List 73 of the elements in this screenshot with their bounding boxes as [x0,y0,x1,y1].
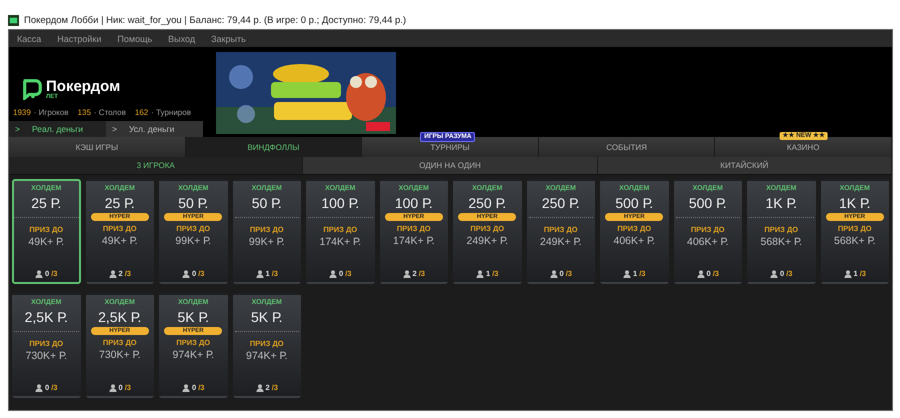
person-icon [256,384,264,392]
money-tab[interactable]: > Усл. деньги [106,121,203,137]
stake-amount: 100 Р. [394,195,433,211]
menu-item[interactable]: Настройки [57,34,102,44]
menu-item[interactable]: Закрыть [211,34,246,44]
stat-label: · Столов [94,108,126,117]
category-tab[interactable]: ВИНДФОЛЛЫ [186,137,362,157]
stake-amount: 2,5K Р. [24,309,68,325]
app-icon [8,15,19,26]
person-icon [108,384,117,392]
category-tab[interactable]: СОБЫТИЯ [538,137,716,157]
person-icon [256,270,264,278]
player-count-tab[interactable]: ОДИН НА ОДИН [303,157,598,174]
prize-amount: 406K+ Р. [613,235,655,247]
prize-amount: 730K+ Р. [25,350,67,362]
logo-name: Покердом [46,78,120,94]
stat-count: 162 [134,108,148,117]
stake-amount: 50 Р. [178,195,208,211]
prize-amount: 568K+ Р. [760,236,802,248]
person-icon [35,270,44,278]
menu-item[interactable]: Выход [168,34,196,44]
window-title: Покердом Лобби | Ник: wait_for_you | Баланс: 79,44 р. (В игре: 0 р.; Доступно: 79,44 р.) [24,15,406,26]
stake-amount: 5K Р. [250,309,283,325]
prize-amount: 974K+ Р. [246,350,288,362]
stake-amount: 1K Р. [838,195,871,211]
prize-amount: 568K+ Р. [834,235,876,247]
person-icon [844,270,852,278]
prize-amount: 174K+ Р. [392,235,434,247]
prize-amount: 730K+ Р. [98,349,140,361]
stat-label: · Игроков [34,108,69,117]
stake-amount: 5K Р. [177,309,210,325]
logo-icon [21,78,43,100]
stake-amount: 25 Р. [31,195,62,211]
prize-amount: 249K+ Р. [466,235,508,247]
menu-item[interactable]: Помощь [117,34,152,44]
category-tab[interactable]: ТУРНИРЫ [362,137,539,157]
person-icon [182,270,190,278]
person-icon [623,270,632,278]
category-tab[interactable]: КАЗИНО [715,137,892,157]
person-icon [550,270,558,278]
person-icon [35,384,44,392]
stake-amount: 100 Р. [321,195,360,211]
stat-count: 1939 [13,108,31,117]
stat-label: · Турниров [151,108,191,117]
person-icon [329,270,338,278]
menu-item[interactable]: Касса [17,34,42,44]
category-tab[interactable]: КЭШ ИГРЫ [9,137,186,157]
prize-amount: 406K+ Р. [686,236,728,248]
stake-amount: 2,5K Р. [98,309,142,325]
person-icon [476,270,484,278]
prize-amount: 49K+ Р. [102,235,138,247]
prize-amount: 174K+ Р. [319,236,361,248]
person-icon [182,384,190,392]
prize-amount: 99K+ Р. [175,235,212,247]
stake-amount: 1K Р. [765,195,798,211]
player-count-tab[interactable]: 3 ИГРОКА [9,157,304,174]
stake-amount: 250 Р. [468,195,506,211]
stake-amount: 500 Р. [615,195,654,211]
prize-amount: 974K+ Р. [172,349,214,361]
prize-amount: 249K+ Р. [540,236,582,248]
person-icon [108,270,117,278]
money-tab[interactable]: > Реал. деньги [9,121,106,137]
stat-count: 135 [78,108,91,117]
stake-amount: 500 Р. [688,195,727,211]
player-count-tab[interactable]: КИТАЙСКИЙ [598,157,892,174]
prize-amount: 99K+ Р. [248,236,285,248]
prize-amount: 49K+ Р. [28,236,64,248]
person-icon [696,270,705,278]
stake-amount: 250 Р. [542,195,580,211]
person-icon [770,270,778,278]
stake-amount: 50 Р. [252,195,282,211]
stake-amount: 25 Р. [104,195,135,211]
person-icon [402,270,411,278]
